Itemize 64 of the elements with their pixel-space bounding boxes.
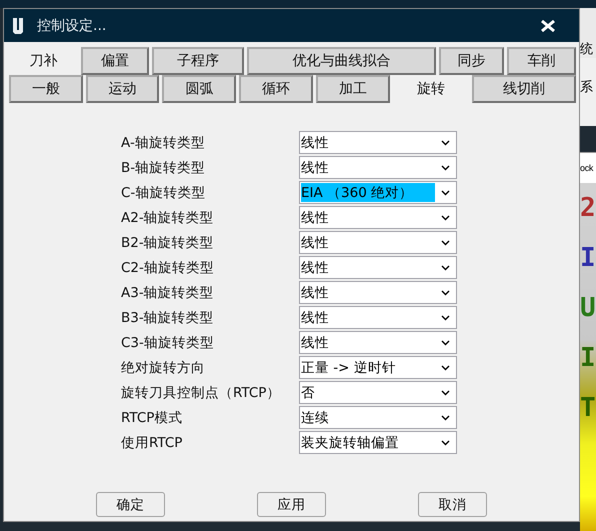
chevron-icon (441, 440, 450, 446)
chevron-icon (441, 140, 450, 146)
tab[interactable]: 圆弧 (162, 75, 236, 103)
chevron-icon (441, 240, 450, 246)
tab[interactable]: 线切削 (472, 75, 576, 103)
tab[interactable]: 一般 (9, 75, 83, 103)
background-text: 统 (580, 41, 593, 58)
dropdown[interactable]: 正量 -> 逆时针 (299, 356, 457, 379)
dropdown[interactable]: 线性 (299, 256, 457, 279)
dropdown[interactable]: 线性 (299, 331, 457, 354)
field-label: C2-轴旋转类型 (121, 258, 215, 276)
background-text: 系 (580, 79, 593, 96)
field-label: A-轴旋转类型 (121, 134, 206, 152)
field-label: B3-轴旋转类型 (121, 308, 215, 326)
dropdown[interactable]: 线性 (299, 281, 457, 304)
chevron-icon (441, 364, 450, 370)
field-label: A3-轴旋转类型 (121, 284, 215, 302)
dropdown[interactable]: 装夹旋转轴偏置 (299, 431, 457, 454)
chevron-icon (441, 390, 450, 396)
dialog-button[interactable]: 确定 (96, 492, 165, 517)
chevron-icon (441, 264, 450, 270)
dropdown[interactable]: 线性 (299, 231, 457, 254)
tab[interactable]: 子程序 (152, 47, 244, 75)
viewport-label: U (580, 297, 596, 319)
dropdown[interactable]: 线性 (299, 206, 457, 229)
close-icon[interactable] (541, 20, 555, 32)
field-label: A2-轴旋转类型 (121, 208, 215, 226)
dropdown[interactable]: 线性 (299, 131, 457, 154)
chevron-icon (441, 190, 450, 196)
viewport-label: T (580, 397, 596, 419)
field-label: B2-轴旋转类型 (121, 234, 215, 252)
chevron-icon (441, 314, 450, 320)
dropdown[interactable]: EIA （360 绝对） (299, 181, 457, 204)
dropdown[interactable]: 线性 (299, 156, 457, 179)
field-label: B-轴旋转类型 (121, 158, 206, 176)
tab[interactable]: 运动 (86, 75, 160, 103)
field-label: 使用RTCP (121, 434, 184, 452)
app-logo-icon (12, 16, 26, 34)
chevron-icon (441, 214, 450, 220)
dialog-button[interactable]: 应用 (257, 492, 326, 517)
chevron-icon (441, 290, 450, 296)
field-label: C-轴旋转类型 (121, 184, 206, 202)
tab[interactable]: 同步 (439, 47, 504, 75)
chevron-icon (441, 164, 450, 170)
window-title: 控制设定... (37, 16, 108, 34)
dropdown[interactable]: 线性 (299, 306, 457, 329)
tab[interactable]: 优化与曲线拟合 (247, 47, 436, 75)
field-label: C3-轴旋转类型 (121, 334, 215, 352)
tab[interactable]: 车削 (507, 47, 576, 75)
field-label: 旋转刀具控制点（RTCP） (121, 384, 282, 402)
tab[interactable]: 偏置 (81, 47, 149, 75)
field-label: RTCP模式 (121, 408, 184, 426)
background-text: ock (580, 163, 594, 173)
viewport-label: I (580, 247, 596, 269)
tab[interactable]: 加工 (316, 75, 390, 103)
chevron-icon (441, 414, 450, 420)
chevron-icon (441, 340, 450, 346)
dropdown[interactable]: 否 (299, 381, 457, 404)
tab[interactable]: 循环 (239, 75, 313, 103)
viewport-label: 2 (580, 197, 596, 219)
dialog-button[interactable]: 取消 (418, 492, 487, 517)
field-label: 绝对旋转方向 (121, 358, 206, 376)
viewport-label: I (580, 347, 596, 369)
dropdown[interactable]: 连续 (299, 406, 457, 429)
